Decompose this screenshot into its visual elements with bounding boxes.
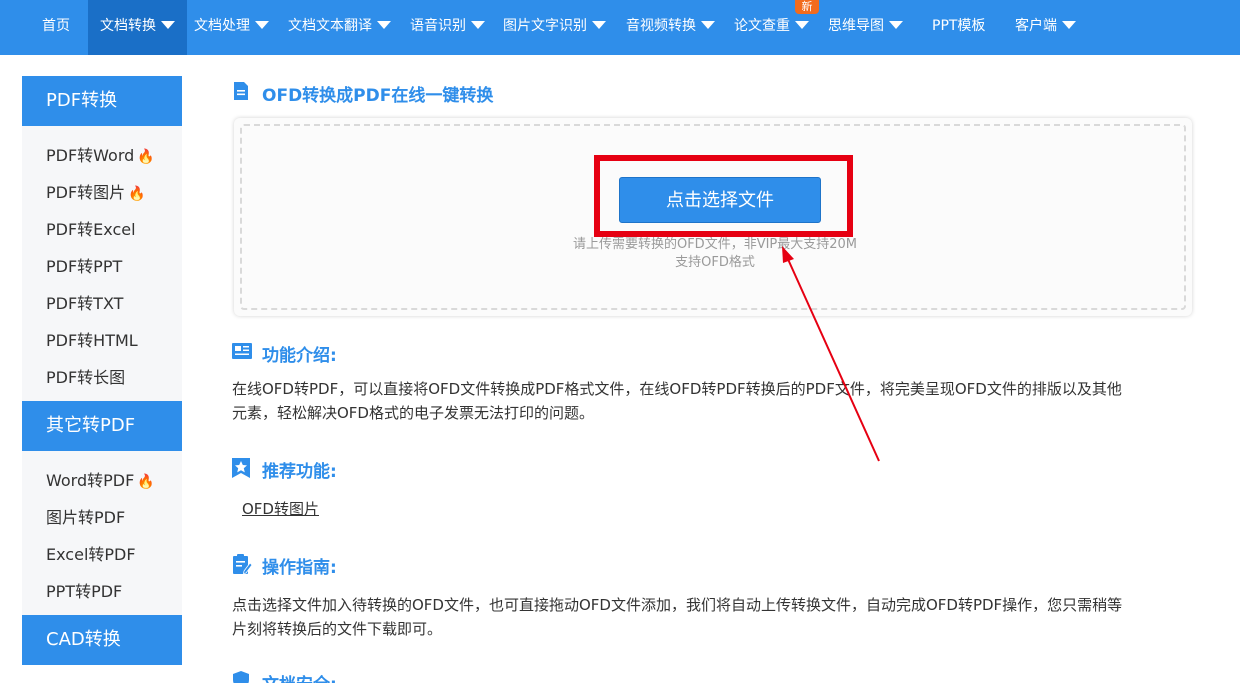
chevron-down-icon (592, 21, 606, 29)
top-navbar: 首页 文档转换 文档处理 文档文本翻译 语音识别 图片文字识别 音视频转换 论文… (0, 0, 1240, 55)
dropzone-border: 点击选择文件 请上传需要转换的OFD文件，非VIP最大支持20M 支持OFD格式 (240, 124, 1186, 310)
new-badge: 新 (795, 0, 819, 14)
nav-doc-convert[interactable]: 文档转换 (88, 0, 187, 55)
chevron-down-icon (161, 21, 175, 29)
fire-icon: 🔥 (128, 186, 146, 202)
recommend-link-ofd-to-image[interactable]: OFD转图片 (242, 498, 319, 519)
sidebar-group-title: CAD转换 (22, 615, 182, 665)
chevron-down-icon (1062, 21, 1076, 29)
nav-speech-recognition[interactable]: 语音识别 (410, 0, 485, 55)
nav-client[interactable]: 客户端 (1015, 0, 1076, 55)
sidebar-group-title: PDF转换 (22, 76, 182, 126)
nav-mind-map[interactable]: 思维导图 (828, 0, 903, 55)
document-icon (234, 82, 248, 100)
intro-text: 在线OFD转PDF，可以直接将OFD文件转换成PDF格式文件，在线OFD转PDF… (232, 380, 1122, 422)
format-hint: 支持OFD格式 (675, 255, 755, 270)
shield-icon (233, 671, 249, 683)
annotation-arrow (782, 246, 880, 462)
chevron-down-icon (377, 21, 391, 29)
sidebar-item-excel-to-pdf[interactable]: Excel转PDF (22, 536, 182, 573)
fire-icon: 🔥 (137, 474, 155, 490)
sidebar-item-pdf-to-ppt[interactable]: PDF转PPT (22, 248, 182, 285)
sidebar-group-title: 其它转PDF (22, 401, 182, 451)
sidebar-item-ppt-to-pdf[interactable]: PPT转PDF (22, 573, 182, 610)
clipboard-edit-icon (233, 554, 252, 574)
sidebar-item-word-to-pdf[interactable]: Word转PDF 🔥 (22, 462, 182, 499)
chevron-down-icon (795, 21, 809, 29)
sidebar-item-pdf-to-image[interactable]: PDF转图片 🔥 (22, 174, 182, 211)
chevron-down-icon (255, 21, 269, 29)
sidebar-item-pdf-to-txt[interactable]: PDF转TXT (22, 285, 182, 322)
sidebar: PDF转换 PDF转Word 🔥 PDF转图片 🔥 PDF转Excel PDF转PP… (22, 76, 182, 665)
newspaper-icon (232, 343, 252, 359)
sidebar-item-pdf-to-html[interactable]: PDF转HTML (22, 322, 182, 359)
nav-image-ocr[interactable]: 图片文字识别 (503, 0, 606, 55)
sidebar-item-pdf-to-excel[interactable]: PDF转Excel (22, 211, 182, 248)
fire-icon: 🔥 (137, 149, 155, 165)
sidebar-list: Word转PDF 🔥 图片转PDF Excel转PDF PPT转PDF (22, 451, 182, 615)
upload-dropzone[interactable]: 点击选择文件 请上传需要转换的OFD文件，非VIP最大支持20M 支持OFD格式 (234, 118, 1192, 316)
nav-home[interactable]: 首页 (42, 0, 70, 55)
chevron-down-icon (471, 21, 485, 29)
nav-ppt-templates[interactable]: PPT模板 (932, 0, 985, 55)
guide-text: 点击选择文件加入待转换的OFD文件，也可直接拖动OFD文件添加，我们将自动上传转… (232, 596, 1123, 638)
chevron-down-icon (701, 21, 715, 29)
nav-doc-process[interactable]: 文档处理 (194, 0, 269, 55)
sidebar-item-pdf-to-word[interactable]: PDF转Word 🔥 (22, 137, 182, 174)
sidebar-item-pdf-to-long-image[interactable]: PDF转长图 (22, 359, 182, 396)
bookmark-star-icon (232, 458, 250, 478)
sidebar-item-image-to-pdf[interactable]: 图片转PDF (22, 499, 182, 536)
nav-av-convert[interactable]: 音视频转换 (626, 0, 715, 55)
nav-doc-translate[interactable]: 文档文本翻译 (288, 0, 391, 55)
highlight-box (594, 155, 853, 237)
chevron-down-icon (889, 21, 903, 29)
sidebar-list: PDF转Word 🔥 PDF转图片 🔥 PDF转Excel PDF转PPT PDF转… (22, 126, 182, 401)
